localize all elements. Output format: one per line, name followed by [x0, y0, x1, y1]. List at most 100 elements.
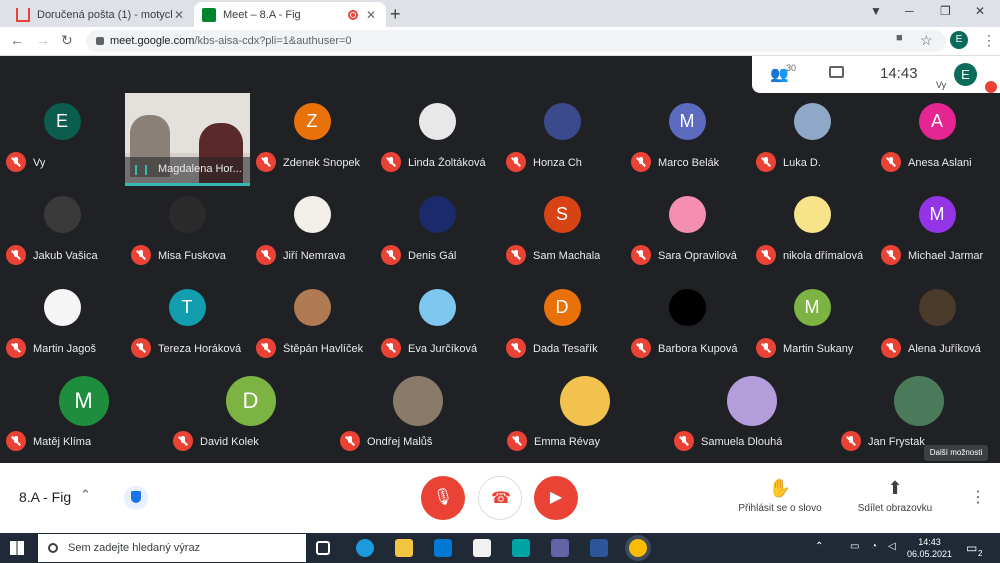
participant-avatar: M [918, 196, 956, 233]
participant-tile[interactable]: Štěpán Havlíček [250, 279, 375, 372]
participant-name: Honza Ch [533, 157, 582, 169]
teams-icon[interactable] [551, 539, 569, 557]
participant-tile[interactable]: T Tereza Horáková [125, 279, 250, 372]
mic-muted-icon [881, 245, 901, 265]
leave-call-button[interactable]: ☎ [478, 476, 522, 520]
new-tab-button[interactable]: + [390, 4, 401, 25]
more-options-icon[interactable]: ⋮ [970, 487, 986, 507]
participant-tile[interactable]: Jakub Vašica [0, 186, 125, 279]
lock-icon[interactable] [96, 37, 104, 45]
chrome-icon[interactable] [629, 539, 647, 557]
participant-video-tile[interactable]: Magdalena Hor... [125, 93, 250, 186]
participant-tile[interactable]: D David Kolek [167, 372, 334, 465]
participant-tile[interactable]: Z Zdenek Snopek [250, 93, 375, 186]
taskbar-search-placeholder: Sem zadejte hledaný výraz [68, 542, 201, 554]
tab-gmail[interactable]: Doručená pošta (1) - motyckova@... ✕ [8, 2, 194, 27]
mail-icon[interactable] [434, 539, 452, 557]
participant-tile[interactable]: Samuela Dlouhá [668, 372, 835, 465]
participant-avatar: M [793, 289, 831, 326]
participant-name: Matěj Klíma [33, 436, 92, 448]
edge-icon[interactable] [356, 539, 374, 557]
profile-avatar[interactable]: E [950, 31, 968, 49]
browser-menu-icon[interactable]: ⋮ [982, 32, 996, 49]
participant-tile[interactable]: Emma Révay [501, 372, 668, 465]
mic-toggle-button[interactable]: 🎙 [421, 476, 465, 520]
minimize-button[interactable]: ─ [905, 4, 914, 18]
participant-tile[interactable]: D Dada Tesařík [500, 279, 625, 372]
self-avatar[interactable]: E [954, 63, 977, 86]
mic-muted-icon [6, 431, 26, 451]
profile-menu-icon[interactable]: ▼ [870, 4, 882, 18]
mic-muted-icon [256, 245, 276, 265]
participant-tile[interactable]: Linda Žoltáková [375, 93, 500, 186]
participant-tile[interactable]: Misa Fuskova [125, 186, 250, 279]
file-explorer-icon[interactable] [395, 539, 413, 557]
calculator-icon[interactable] [512, 539, 530, 557]
participant-tile[interactable]: Luka D. [750, 93, 875, 186]
more-options-tooltip: Další možnosti [924, 445, 988, 461]
participant-tile[interactable]: M Matěj Klíma [0, 372, 167, 465]
address-bar[interactable]: meet.google.com/kbs-aisa-cdx?pli=1&authu… [86, 30, 946, 52]
volume-icon[interactable]: ◁ [888, 541, 896, 552]
participant-avatar: M [668, 103, 706, 140]
raise-hand-button[interactable]: ✋ Přihlásit se o slovo [734, 478, 826, 514]
participant-tile[interactable]: Honza Ch [500, 93, 625, 186]
participant-tile[interactable]: Sara Opravilová [625, 186, 750, 279]
close-tab-icon[interactable]: ✕ [172, 8, 186, 22]
participant-tile[interactable]: S Sam Machala [500, 186, 625, 279]
participant-name: Michael Jarmar [908, 250, 984, 262]
taskbar-clock[interactable]: 14:43 06.05.2021 [907, 536, 952, 560]
participant-tile[interactable]: E Vy [0, 93, 125, 186]
participant-tile[interactable]: Jiří Nemrava [250, 186, 375, 279]
taskbar-search[interactable]: Sem zadejte hledaný výraz [38, 534, 306, 562]
camera-permission-icon[interactable]: ■ [896, 32, 903, 44]
mic-muted-icon [881, 338, 901, 358]
notifications-icon[interactable]: ▭ [966, 541, 977, 555]
host-controls-shield-icon[interactable] [124, 486, 148, 510]
present-screen-button[interactable]: ⬆ Sdílet obrazovku [852, 478, 938, 514]
bookmark-star-icon[interactable]: ☆ [920, 32, 933, 49]
forward-button[interactable]: → [36, 32, 50, 48]
chat-icon[interactable] [829, 66, 844, 78]
participant-tile[interactable]: Denis Gál [375, 186, 500, 279]
maximize-button[interactable]: ❐ [940, 4, 951, 18]
back-button[interactable]: ← [10, 32, 24, 48]
camera-toggle-button[interactable]: ▶ [534, 476, 578, 520]
wifi-icon[interactable]: ◔ [871, 541, 877, 552]
reload-button[interactable]: ↻ [61, 32, 73, 49]
mic-muted-icon [6, 338, 26, 358]
participant-tile[interactable]: Eva Jurčíková [375, 279, 500, 372]
participant-photo [668, 196, 706, 233]
meeting-info-panel: 👥 30 14:43 E Vy [752, 56, 1000, 93]
meeting-details-chevron-icon[interactable]: ⌃ [80, 487, 91, 503]
word-icon[interactable] [590, 539, 608, 557]
tab-meet[interactable]: Meet – 8.A - Fig ✕ [194, 2, 386, 27]
participant-tile[interactable]: Alena Juříková [875, 279, 1000, 372]
mic-off-icon: 🎙 [432, 489, 454, 506]
close-window-button[interactable]: ✕ [975, 4, 985, 18]
participant-tile[interactable]: A Anesa Aslani [875, 93, 1000, 186]
close-tab-icon[interactable]: ✕ [364, 8, 378, 22]
tab-title: Meet – 8.A - Fig [223, 8, 301, 21]
windows-start-icon[interactable] [10, 541, 24, 555]
participant-photo [43, 196, 81, 233]
participant-name: Martin Sukany [783, 343, 854, 355]
participant-name: David Kolek [200, 436, 259, 448]
participant-tile[interactable]: nikola dřímalová [750, 186, 875, 279]
participant-tile[interactable]: M Michael Jarmar [875, 186, 1000, 279]
task-view-icon[interactable] [316, 541, 330, 555]
battery-icon[interactable]: ▭ [850, 541, 859, 552]
mic-muted-icon [756, 245, 776, 265]
participant-tile[interactable]: Barbora Kupová [625, 279, 750, 372]
tray-expand-icon[interactable]: ⌃ [815, 541, 823, 552]
participant-grid: E Vy Magdalena Hor... Z Zdenek Snopek Linda Ž… [0, 93, 1000, 463]
meeting-controls: 8.A - Fig ⌃ 🎙 ☎ ▶ ✋ Přihlásit se o slovo… [0, 463, 1000, 533]
mic-muted-icon [756, 338, 776, 358]
participant-count: 30 [786, 63, 797, 73]
participant-tile[interactable]: Martin Jagoš [0, 279, 125, 372]
participant-tile[interactable]: M Martin Sukany [750, 279, 875, 372]
store-icon[interactable] [473, 539, 491, 557]
participant-tile[interactable]: M Marco Belák [625, 93, 750, 186]
participant-tile[interactable]: Ondřej Malůš [334, 372, 501, 465]
mic-muted-icon [631, 245, 651, 265]
